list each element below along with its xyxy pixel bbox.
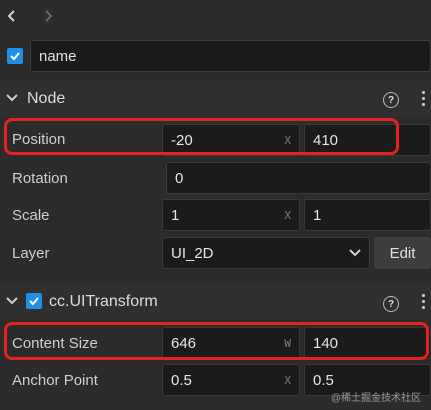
layer-label: Layer [12,245,50,262]
content-size-h-input[interactable]: 140 [304,327,431,359]
node-active-checkbox[interactable] [7,48,23,64]
layer-edit-label: Edit [389,244,416,262]
content-size-label: Content Size [12,335,98,352]
anchor-point-x-value: 0.5 [171,371,192,389]
back-button[interactable] [0,4,24,28]
content-size-w-input[interactable]: 646 W [162,327,300,359]
node-name-input[interactable]: name [30,40,431,72]
node-section-title: Node [27,90,66,107]
chevron-left-icon [7,10,15,22]
position-y-input[interactable]: 410 [304,124,431,156]
checkmark-icon [10,52,20,61]
layer-select[interactable]: UI_2D [162,237,370,269]
chevron-down-icon[interactable] [6,93,18,103]
position-x-value: -20 [171,131,193,149]
layer-value: UI_2D [171,244,214,262]
rotation-label: Rotation [12,170,68,187]
rotation-value: 0 [175,169,184,187]
uitransform-enabled-checkbox[interactable] [26,293,42,309]
anchor-point-y-value: 0.5 [313,371,334,389]
position-y-value: 410 [313,131,339,149]
scale-y-input[interactable]: 1 [304,199,431,231]
position-x-input[interactable]: -20 X [162,124,300,156]
uitransform-section-title: cc.UITransform [49,293,158,310]
help-icon[interactable]: ? [383,92,399,108]
node-name-value: name [39,47,77,65]
content-size-w-value: 646 [171,334,197,352]
more-options-icon[interactable] [422,91,426,106]
forward-button[interactable] [36,4,60,28]
scale-x-value: 1 [171,206,180,224]
checkmark-icon [29,297,39,306]
content-size-h-value: 140 [313,334,339,352]
anchor-point-x-input[interactable]: 0.5 X [162,364,300,396]
top-nav-bar [0,0,431,34]
scale-label: Scale [12,207,50,224]
chevron-down-icon [349,249,361,257]
scale-x-input[interactable]: 1 X [162,199,300,231]
rotation-input[interactable]: 0 [166,162,431,194]
chevron-right-icon [45,10,53,22]
more-options-icon[interactable] [422,294,426,309]
content-size-w-unit: W [284,336,291,350]
anchor-point-label: Anchor Point [12,372,98,389]
scale-x-unit: X [284,208,291,222]
layer-edit-button[interactable]: Edit [374,237,431,269]
anchor-point-x-unit: X [284,373,291,387]
watermark-text: @稀土掘金技术社区 [330,393,421,404]
position-label: Position [12,131,66,148]
chevron-down-icon[interactable] [6,296,18,306]
help-icon[interactable]: ? [383,296,399,312]
scale-y-value: 1 [313,206,322,224]
position-x-unit: X [284,133,291,147]
